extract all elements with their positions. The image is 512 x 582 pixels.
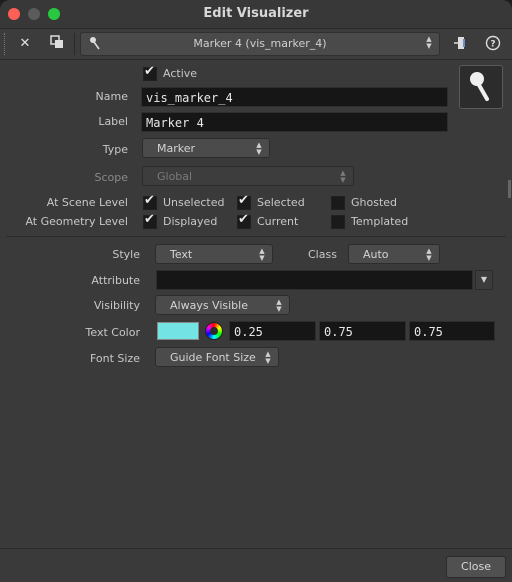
visibility-menu-value: Always Visible xyxy=(170,299,248,312)
toolbar-separator xyxy=(74,33,75,55)
section-divider xyxy=(6,236,506,237)
text-color-swatch[interactable] xyxy=(157,322,199,340)
checkmark-icon: ✔ xyxy=(238,193,249,208)
geometry-level-label: At Geometry Level xyxy=(25,215,128,228)
geo-templated-label: Templated xyxy=(351,215,409,228)
font-size-menu[interactable]: Guide Font Size ▲ ▼ xyxy=(155,347,279,367)
color-wheel-icon[interactable] xyxy=(205,322,223,340)
style-label: Style xyxy=(112,248,140,261)
geo-current-label: Current xyxy=(257,215,299,228)
footer-bar xyxy=(0,548,512,582)
chevron-updown-icon: ▲ ▼ xyxy=(340,169,346,184)
chevron-updown-icon: ▲ ▼ xyxy=(426,247,432,262)
resize-handle[interactable] xyxy=(508,180,511,198)
close-button[interactable]: Close xyxy=(446,556,506,578)
checkmark-icon: ✔ xyxy=(144,193,155,208)
pin-icon[interactable] xyxy=(452,35,470,53)
scope-menu-value: Global xyxy=(157,170,193,183)
magnifier-marker-icon xyxy=(470,72,489,101)
scene-unselected-checkbox[interactable]: ✔ xyxy=(143,193,157,210)
style-menu-value: Text xyxy=(170,248,193,261)
chevron-updown-icon: ▲ ▼ xyxy=(265,350,271,365)
chevron-updown-icon: ▲ ▼ xyxy=(426,35,432,50)
window-title: Edit Visualizer xyxy=(203,6,309,21)
toolbar-grip[interactable] xyxy=(4,33,8,55)
attribute-label: Attribute xyxy=(91,274,140,287)
scope-label: Scope xyxy=(94,171,128,184)
geo-displayed-checkbox[interactable]: ✔ xyxy=(143,212,157,229)
font-size-menu-value: Guide Font Size xyxy=(170,351,256,364)
type-label: Type xyxy=(102,143,128,156)
scene-ghosted-label: Ghosted xyxy=(351,196,398,209)
class-label: Class xyxy=(308,248,337,261)
visualizer-select-value: Marker 4 (vis_marker_4) xyxy=(193,37,327,50)
geo-templated-checkbox[interactable] xyxy=(331,215,345,229)
scene-level-label: At Scene Level xyxy=(46,196,128,209)
svg-text:?: ? xyxy=(490,40,495,50)
chevron-updown-icon: ▲ ▼ xyxy=(276,298,282,313)
chevron-updown-icon: ▲ ▼ xyxy=(259,247,265,262)
active-label: Active xyxy=(163,67,198,80)
color-r-field[interactable]: 0.25 xyxy=(229,321,316,341)
visualizer-icon-preview[interactable] xyxy=(459,65,503,109)
toolbar: ✕ Marker 4 (vis_marker_4) ▲ ▼ ? xyxy=(0,29,512,60)
checkmark-icon: ✔ xyxy=(144,64,155,79)
geo-current-checkbox[interactable]: ✔ xyxy=(237,212,251,229)
visibility-label: Visibility xyxy=(93,299,140,312)
class-menu[interactable]: Auto ▲ ▼ xyxy=(348,244,440,264)
edit-visualizer-window: Edit Visualizer ✕ Marker 4 (vis_marker_4… xyxy=(0,0,512,582)
scene-unselected-label: Unselected xyxy=(163,196,225,209)
title-bar: Edit Visualizer xyxy=(0,0,512,29)
color-b-field[interactable]: 0.75 xyxy=(409,321,495,341)
visibility-menu[interactable]: Always Visible ▲ ▼ xyxy=(155,295,290,315)
checkmark-icon: ✔ xyxy=(238,212,249,227)
active-checkbox[interactable]: ✔ xyxy=(143,64,157,81)
label-label: Label xyxy=(98,115,128,128)
chevron-updown-icon: ▲ ▼ xyxy=(256,141,262,156)
visualizer-select[interactable]: Marker 4 (vis_marker_4) ▲ ▼ xyxy=(80,32,440,56)
style-menu[interactable]: Text ▲ ▼ xyxy=(155,244,273,264)
checkmark-icon: ✔ xyxy=(144,212,155,227)
attribute-field[interactable] xyxy=(156,270,473,290)
scene-ghosted-checkbox[interactable] xyxy=(331,196,345,210)
class-menu-value: Auto xyxy=(363,248,389,261)
font-size-label: Font Size xyxy=(89,352,140,365)
type-menu-value: Marker xyxy=(157,142,196,155)
geo-displayed-label: Displayed xyxy=(163,215,218,228)
label-field[interactable]: Marker 4 xyxy=(141,112,448,132)
color-g-field[interactable]: 0.75 xyxy=(319,321,406,341)
name-field[interactable]: vis_marker_4 xyxy=(141,87,448,107)
name-label: Name xyxy=(95,90,128,103)
copy-window-icon[interactable] xyxy=(48,35,66,53)
attribute-dropdown-button[interactable]: ▼ xyxy=(475,270,493,290)
scene-selected-checkbox[interactable]: ✔ xyxy=(237,193,251,210)
type-menu[interactable]: Marker ▲ ▼ xyxy=(142,138,270,158)
help-icon[interactable]: ? xyxy=(484,35,502,53)
scene-selected-label: Selected xyxy=(257,196,305,209)
scope-menu: Global ▲ ▼ xyxy=(142,166,354,186)
text-color-label: Text Color xyxy=(85,326,140,339)
close-icon[interactable]: ✕ xyxy=(16,35,34,53)
